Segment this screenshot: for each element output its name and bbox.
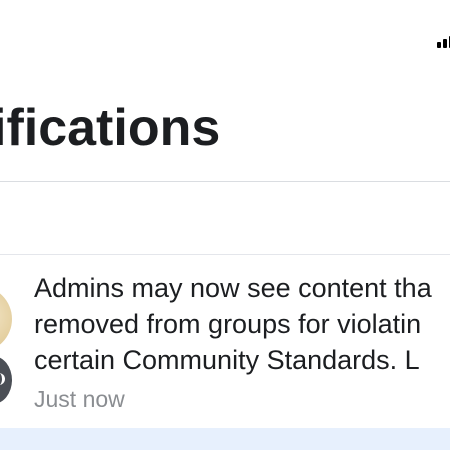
page-title: ifications: [0, 99, 221, 157]
section-divider: [0, 254, 450, 255]
cellular-signal-icon: [437, 33, 450, 48]
header-divider: [0, 181, 450, 182]
notifications-screen: ifications Admins may now see content th…: [0, 0, 450, 450]
notification-text-line: certain Community Standards. L: [34, 345, 420, 375]
groups-badge-icon: [0, 356, 12, 404]
notification-text-line: removed from groups for violatin: [34, 309, 422, 339]
notification-text-line: Admins may now see content tha: [34, 273, 432, 303]
avatar: [0, 286, 12, 352]
unread-notification-row[interactable]: [0, 428, 450, 450]
notification-text: Admins may now see content tha removed f…: [34, 270, 450, 378]
notification-timestamp: Just now: [34, 386, 125, 412]
